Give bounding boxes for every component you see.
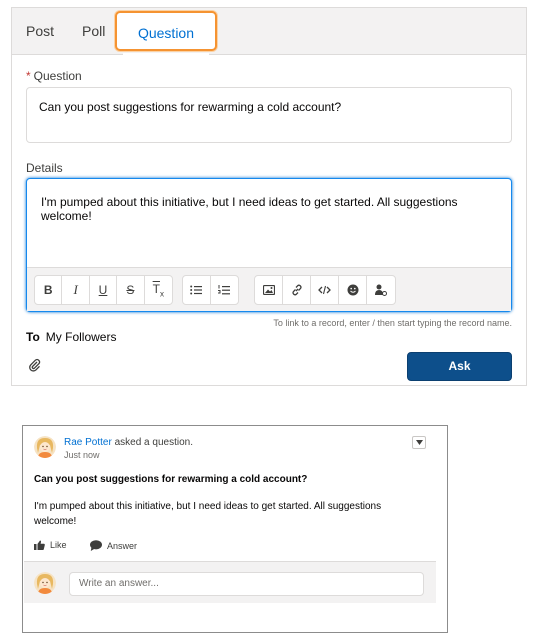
- italic-button[interactable]: I: [62, 276, 90, 304]
- user-avatar-icon: [34, 572, 56, 594]
- bold-button[interactable]: B: [35, 276, 63, 304]
- post-body: I'm pumped about this initiative, but I …: [34, 501, 382, 527]
- numbered-list-button[interactable]: [211, 276, 238, 304]
- avatar: [34, 572, 56, 594]
- thumbs-up-icon: [34, 540, 45, 550]
- comment-bubble-icon: [90, 540, 102, 551]
- tab-question[interactable]: Question: [115, 11, 217, 56]
- code-block-button[interactable]: [311, 276, 339, 304]
- list-button-group: [182, 275, 239, 305]
- post-timestamp[interactable]: Just now: [64, 450, 100, 460]
- insert-button-group: [254, 275, 396, 305]
- post-action-text: asked a question.: [114, 437, 193, 448]
- clear-formatting-sub: x: [159, 289, 164, 299]
- post-menu-button[interactable]: [412, 436, 426, 449]
- chevron-down-icon: [415, 440, 423, 445]
- user-avatar-icon: [34, 436, 56, 458]
- bold-icon: B: [43, 283, 53, 297]
- answer-label: Answer: [107, 540, 138, 551]
- emoji-button[interactable]: [339, 276, 367, 304]
- post-question-title: Can you post suggestions for rewarming a…: [34, 474, 308, 485]
- user-mention-icon: [375, 284, 387, 296]
- mention-button[interactable]: [367, 276, 395, 304]
- strikethrough-button[interactable]: S: [117, 276, 145, 304]
- share-with-row[interactable]: To My Followers: [26, 330, 116, 344]
- rich-text-toolbar: B I U S Tx: [27, 267, 511, 311]
- author-link[interactable]: Rae Potter: [64, 437, 112, 448]
- clear-formatting-icon: Tx: [153, 282, 164, 298]
- underline-icon: U: [98, 283, 108, 297]
- ask-button[interactable]: Ask: [407, 352, 512, 381]
- clear-formatting-button[interactable]: Tx: [145, 276, 172, 304]
- tab-post[interactable]: Post: [26, 8, 54, 55]
- required-asterisk: *: [26, 69, 31, 83]
- strikethrough-icon: S: [126, 283, 135, 297]
- emoji-icon: [347, 284, 358, 296]
- avatar[interactable]: [34, 436, 56, 458]
- details-label: Details: [26, 161, 63, 175]
- details-text[interactable]: I'm pumped about this initiative, but I …: [41, 195, 511, 223]
- answer-button[interactable]: Answer: [90, 540, 137, 551]
- paperclip-icon: [29, 358, 41, 372]
- question-label: * Question: [26, 69, 82, 83]
- clear-formatting-glyph: T: [152, 281, 160, 296]
- bulleted-list-icon: [190, 285, 203, 295]
- format-button-group: B I U S Tx: [34, 275, 173, 305]
- link-icon: [291, 284, 302, 296]
- insert-image-button[interactable]: [255, 276, 283, 304]
- attach-file-button[interactable]: [28, 358, 42, 372]
- answer-composer-bar: Write an answer...: [24, 561, 436, 603]
- italic-icon: I: [73, 282, 78, 297]
- like-button[interactable]: Like: [34, 540, 67, 550]
- feed-item: Rae Potter asked a question. Just now Ca…: [22, 425, 448, 633]
- question-label-text: Question: [33, 69, 82, 83]
- post-header: Rae Potter asked a question.: [64, 437, 193, 448]
- answer-input[interactable]: Write an answer...: [69, 572, 424, 596]
- publisher-tab-bar: Post Poll Question: [12, 8, 526, 56]
- insert-link-button[interactable]: [283, 276, 311, 304]
- bulleted-list-button[interactable]: [183, 276, 211, 304]
- numbered-list-icon: [218, 284, 231, 294]
- question-input[interactable]: Can you post suggestions for rewarming a…: [26, 87, 512, 143]
- publisher-composer: Post Poll Question * Question Can you pos…: [11, 7, 527, 386]
- like-label: Like: [50, 540, 67, 550]
- tab-poll[interactable]: Poll: [82, 8, 105, 55]
- record-link-hint: To link to a record, enter / then start …: [273, 318, 512, 328]
- code-icon: [318, 285, 331, 295]
- audience-value[interactable]: My Followers: [46, 330, 117, 344]
- details-editor[interactable]: I'm pumped about this initiative, but I …: [26, 178, 512, 312]
- image-icon: [262, 285, 275, 295]
- underline-button[interactable]: U: [90, 276, 118, 304]
- to-label: To: [26, 330, 40, 344]
